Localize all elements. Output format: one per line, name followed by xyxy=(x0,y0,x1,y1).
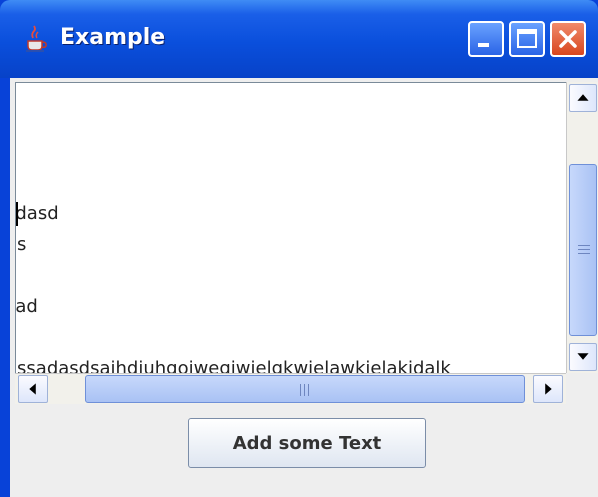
arrow-right-icon xyxy=(545,383,552,395)
scroll-right-button[interactable] xyxy=(533,375,563,403)
window-content: sdasd as s sad assadasdsaihdiuhgoiwegiwi… xyxy=(10,78,598,497)
vertical-scroll-thumb[interactable] xyxy=(569,164,597,336)
minimize-icon xyxy=(478,43,489,47)
app-window: Example sdasd as s sad assadasdsaihdiuhg… xyxy=(0,0,598,497)
window-title: Example xyxy=(60,25,166,50)
vertical-scrollbar[interactable] xyxy=(566,82,598,373)
arrow-up-icon xyxy=(577,94,589,101)
text-line: sad xyxy=(15,296,38,317)
scroll-left-button[interactable] xyxy=(18,375,48,403)
arrow-down-icon xyxy=(577,353,589,360)
close-button[interactable] xyxy=(550,21,586,57)
title-bar[interactable]: Example xyxy=(0,0,598,78)
text-area[interactable]: sdasd as s sad assadasdsaihdiuhgoiwegiwi… xyxy=(15,82,567,375)
java-cup-icon xyxy=(20,24,50,54)
add-some-text-button[interactable]: Add some Text xyxy=(188,418,426,468)
arrow-left-icon xyxy=(29,383,36,395)
maximize-icon xyxy=(517,29,537,48)
text-line: as xyxy=(16,234,27,255)
horizontal-scroll-thumb[interactable] xyxy=(85,375,525,403)
text-line: sdasd xyxy=(15,203,59,224)
minimize-button[interactable] xyxy=(468,21,504,57)
close-icon xyxy=(559,30,577,48)
text-caret xyxy=(16,202,18,226)
maximize-button[interactable] xyxy=(509,21,545,57)
scroll-down-button[interactable] xyxy=(569,343,597,371)
scroll-up-button[interactable] xyxy=(569,84,597,112)
horizontal-scrollbar[interactable] xyxy=(15,373,566,404)
scrollbar-corner xyxy=(566,373,598,404)
